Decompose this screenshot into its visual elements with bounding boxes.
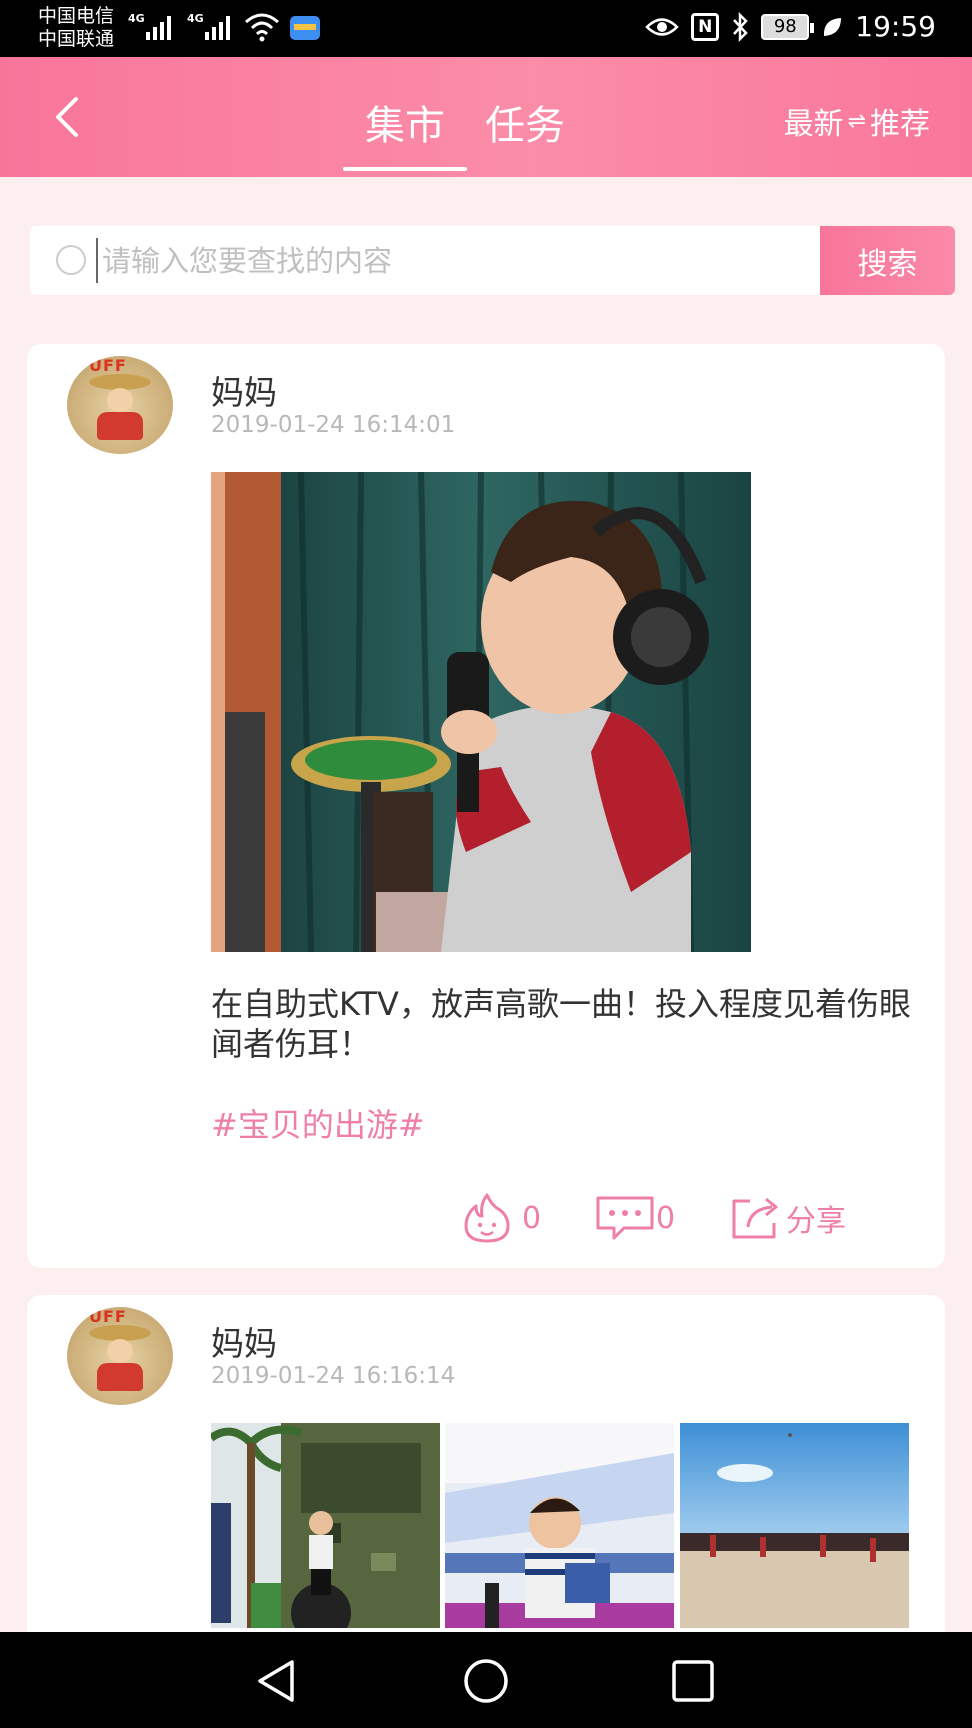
tab-market[interactable]: 集市 [343,93,467,171]
post-card[interactable]: UFF 妈妈 2019-01-24 16:16:14 [27,1295,945,1675]
post-photo[interactable] [211,1423,440,1628]
system-nav-bar [0,1632,972,1728]
wallet-app-icon [290,16,320,40]
back-arrow-icon[interactable] [48,95,88,139]
post-photo[interactable] [445,1423,674,1628]
swap-icon: ⇌ [847,108,866,134]
signal-icon [146,14,171,40]
post-text: 在自助式KTV，放声高歌一曲！投入程度见着伤眼闻者伤耳！ [211,985,911,1063]
network-type-1: 4G [128,12,145,25]
post-photo[interactable] [211,472,751,952]
flame-like-icon [464,1193,510,1243]
post-timestamp: 2019-01-24 16:16:14 [211,1363,456,1389]
bluetooth-icon [733,11,749,42]
nfc-icon: N [691,12,720,41]
post-timestamp: 2019-01-24 16:14:01 [211,412,456,438]
share-icon [732,1197,778,1239]
share-label: 分享 [786,1204,846,1239]
signal-icon-2 [205,14,230,40]
eye-comfort-icon [645,17,680,36]
avatar[interactable]: UFF [67,356,173,454]
nav-back-icon[interactable] [252,1656,302,1706]
clock: 19:59 [855,10,936,43]
post-card[interactable]: UFF 妈妈 2019-01-24 16:14:01 在自助式KTV，放声高歌一… [27,344,945,1268]
post-photo[interactable] [680,1423,909,1628]
post-hashtag[interactable]: #宝贝的出游# [211,1100,425,1146]
tab-bar: 集市 任务 [343,93,565,171]
comment-count: 0 [656,1200,676,1236]
nav-recents-icon[interactable] [668,1656,718,1706]
comment-button[interactable]: 0 [594,1188,675,1248]
carrier-2: 中国联通 [38,28,115,50]
sort-recommend-label: 推荐 [870,107,930,142]
search-input[interactable] [96,238,836,283]
network-type-2: 4G [187,12,204,25]
carrier-1: 中国电信 [38,5,115,27]
tab-tasks[interactable]: 任务 [485,93,565,171]
post-username[interactable]: 妈妈 [211,366,277,414]
search-bar: 搜索 [30,226,955,295]
like-button[interactable]: 0 [462,1188,541,1248]
battery-icon: 98 [761,13,815,40]
search-button[interactable]: 搜索 [820,226,955,295]
avatar[interactable]: UFF [67,1307,173,1405]
status-bar: 中国电信 中国联通 4G 4G N 98 19:59 [0,0,972,57]
comment-icon [596,1196,654,1240]
post-username[interactable]: 妈妈 [211,1317,277,1365]
carrier-labels: 中国电信 中国联通 [38,5,114,51]
sort-latest-label: 最新 [783,107,844,142]
wifi-icon [245,13,279,42]
share-button[interactable]: 分享 [730,1188,846,1248]
top-header: 集市 任务 最新 ⇌ 推荐 [0,57,972,177]
like-count: 0 [522,1200,542,1236]
power-saving-leaf-icon [824,17,842,36]
sort-toggle[interactable]: 最新 ⇌ 推荐 [784,99,930,143]
search-icon [56,245,86,275]
nav-home-icon[interactable] [461,1656,511,1706]
